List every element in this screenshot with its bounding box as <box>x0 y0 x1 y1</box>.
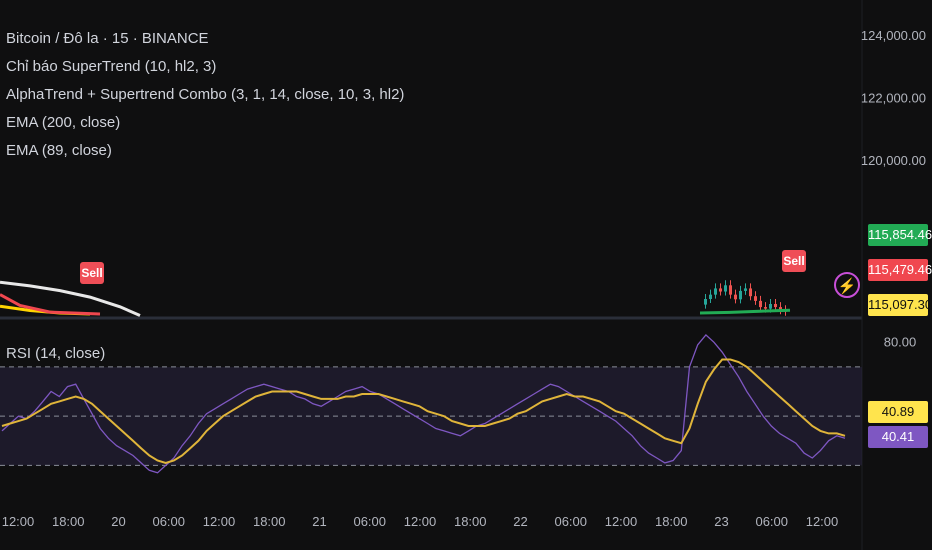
price-candle <box>744 288 747 291</box>
time-axis-tick: 12:00 <box>203 514 236 529</box>
time-axis-tick: 12:00 <box>605 514 638 529</box>
price-candle <box>709 294 712 300</box>
sell-signal-label: Sell <box>782 250 806 272</box>
price-candle <box>774 303 777 308</box>
legend-alphatrend-combo[interactable]: AlphaTrend + Supertrend Combo (3, 1, 14,… <box>6 86 404 104</box>
price-axis-tick: 124,000.00 <box>861 28 926 43</box>
price-candle <box>754 296 757 301</box>
rsi-axis-tick: 80.00 <box>884 334 917 349</box>
price-badge-yellow: 115,097.30 <box>868 294 932 316</box>
price-candle <box>759 300 762 308</box>
price-series-line <box>699 308 791 315</box>
time-axis-tick: 18:00 <box>655 514 688 529</box>
time-axis-tick: 06:00 <box>353 514 386 529</box>
rsi-ma-badge: 40.89 <box>868 401 928 423</box>
price-axis-tick: 122,000.00 <box>861 90 926 105</box>
price-candle <box>769 303 772 309</box>
time-axis-tick: 21 <box>312 514 326 529</box>
time-axis-tick: 06:00 <box>554 514 587 529</box>
price-candle <box>714 288 717 295</box>
time-axis-tick: 20 <box>111 514 125 529</box>
rsi-title[interactable]: RSI (14, close) <box>6 345 105 362</box>
price-candle <box>764 307 767 309</box>
time-axis-tick: 18:00 <box>253 514 286 529</box>
sell-signal-label: Sell <box>80 262 104 284</box>
price-axis-tick: 120,000.00 <box>861 153 926 168</box>
time-axis-tick: 18:00 <box>454 514 487 529</box>
price-candle <box>719 288 722 292</box>
price-and-rsi-chart[interactable]: 124,000.00 122,000.00 120,000.00 80.00 12:00… <box>0 0 932 550</box>
legend-ema-89[interactable]: EMA (89, close) <box>6 142 112 160</box>
time-axis-tick: 23 <box>714 514 728 529</box>
time-axis-tick: 12:00 <box>404 514 437 529</box>
price-candle <box>724 285 727 292</box>
time-axis-tick: 06:00 <box>152 514 185 529</box>
price-candle <box>704 299 707 305</box>
price-candle <box>749 288 752 297</box>
legend-ema-200[interactable]: EMA (200, close) <box>6 114 120 132</box>
time-axis-tick: 12:00 <box>2 514 35 529</box>
price-candle <box>739 290 742 300</box>
lightning-icon[interactable]: ⚡ <box>834 272 860 298</box>
time-axis-tick: 06:00 <box>755 514 788 529</box>
time-axis-tick: 12:00 <box>806 514 839 529</box>
time-axis-tick: 22 <box>513 514 527 529</box>
price-badge-red: 115,479.46 <box>868 259 932 281</box>
price-candle <box>734 294 737 300</box>
legend-supertrend[interactable]: Chỉ báo SuperTrend (10, hl2, 3) <box>6 58 216 76</box>
price-candle <box>729 285 732 295</box>
price-badge-green: 115,854.46 <box>868 224 932 246</box>
rsi-value-badge: 40.41 <box>868 426 928 448</box>
time-axis-tick: 18:00 <box>52 514 85 529</box>
legend-symbol[interactable]: Bitcoin / Đô la · 15 · BINANCE <box>6 30 209 48</box>
